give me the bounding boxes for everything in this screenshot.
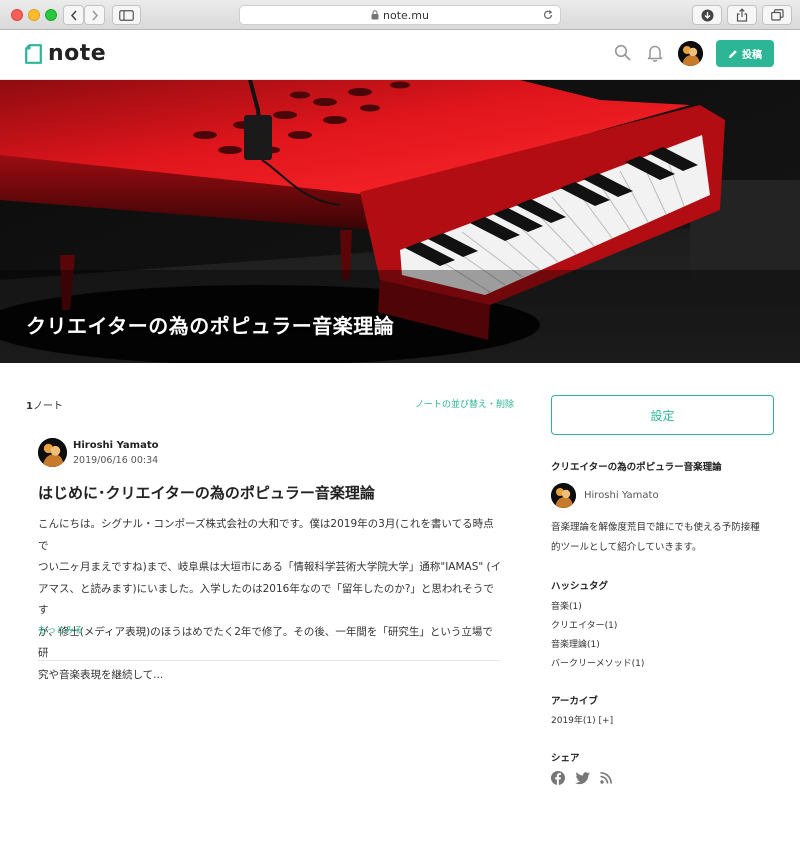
rss-icon[interactable]: [600, 772, 612, 784]
close-window-button[interactable]: [11, 9, 23, 21]
pencil-icon: [729, 49, 737, 58]
user-avatar[interactable]: [678, 41, 703, 66]
back-button[interactable]: [63, 5, 84, 25]
hashtag-link[interactable]: クリエイター(1): [551, 618, 617, 631]
site-header: note 投稿: [0, 30, 800, 80]
hashtag-heading: ハッシュタグ: [551, 581, 609, 592]
minimize-window-button[interactable]: [28, 9, 40, 21]
divider: [38, 660, 500, 661]
note-excerpt-line: アマス、と読みます)にいました。入学したのは2016年なので「留年したのか?」と…: [38, 582, 494, 617]
share-icons: [551, 771, 622, 785]
note-logo-icon: [25, 44, 42, 64]
magazine-hero: クリエイターの為のポピュラー音楽理論: [0, 80, 800, 363]
reload-icon[interactable]: [542, 9, 554, 21]
note-count-unit: ノート: [32, 401, 63, 412]
zoom-window-button[interactable]: [45, 9, 57, 21]
sidebar-toggle-button[interactable]: [112, 5, 141, 25]
share-button[interactable]: [727, 5, 757, 25]
post-button-label: 投稿: [742, 50, 762, 61]
magazine-title: クリエイターの為のポピュラー音楽理論: [26, 314, 395, 338]
note-author[interactable]: Hiroshi Yamato 2019/06/16 00:34: [38, 438, 338, 470]
archive-item[interactable]: 2019年(1) [+]: [551, 713, 613, 726]
note-date: 2019/06/16 00:34: [73, 455, 159, 466]
note-logo[interactable]: note: [25, 43, 106, 65]
address-url: note.mu: [383, 8, 429, 22]
settings-button[interactable]: 設定: [551, 395, 774, 435]
note-excerpt-line: が、修士(メディア表現)のほうはめでたく2年で修了。その後、一年間を「研究生」と…: [38, 625, 493, 660]
sidebar-author-avatar[interactable]: [551, 483, 576, 508]
address-bar[interactable]: note.mu: [239, 5, 561, 25]
sort-delete-link[interactable]: ノートの並び替え・削除: [415, 397, 514, 410]
sidebar-author-name[interactable]: Hiroshi Yamato: [584, 490, 659, 501]
note-title[interactable]: はじめに･クリエイターの為のポピュラー音楽理論: [38, 482, 375, 503]
facebook-icon[interactable]: [551, 771, 565, 785]
tabs-icon: [770, 9, 784, 21]
note-excerpt-line: 究や音楽表現を継続して...: [38, 668, 164, 681]
browser-toolbar: note.mu: [0, 0, 800, 30]
lock-icon: [371, 10, 379, 20]
chevron-right-icon: [91, 10, 98, 20]
author-avatar[interactable]: [38, 438, 67, 467]
chevron-left-icon: [70, 10, 77, 20]
note-excerpt-line: つい二ヶ月まえですね)まで、岐阜県は大垣市にある「情報科学芸術大学院大学」通称"…: [38, 561, 502, 573]
logo-text: note: [48, 41, 107, 66]
sidebar-magazine-title: クリエイターの為のポピュラー音楽理論: [551, 462, 722, 473]
author-name[interactable]: Hiroshi Yamato: [73, 440, 158, 451]
note-count: 1ノート: [26, 397, 63, 412]
tabs-overview-button[interactable]: [762, 5, 792, 25]
hashtag-link[interactable]: 音楽理論(1): [551, 637, 600, 650]
hashtag-link[interactable]: バークリーメソッド(1): [551, 656, 644, 669]
twitter-icon[interactable]: [575, 771, 590, 785]
note-excerpt-line: こんにちは。シグナル・コンポーズ株式会社の大和です。僕は2019年の3月(これを…: [38, 518, 494, 552]
sidebar-icon: [119, 9, 134, 21]
magazine-description: 音楽理論を解像度荒目で誰にでも使える予防接種 的ツールとして紹介していきます。: [551, 518, 776, 558]
forward-button[interactable]: [84, 5, 105, 25]
bell-icon[interactable]: [647, 44, 663, 62]
downloads-button[interactable]: [692, 5, 722, 25]
sidebar-author[interactable]: Hiroshi Yamato: [551, 483, 771, 509]
magazine-description-line: 的ツールとして紹介していきます。: [551, 542, 702, 553]
archive-heading: アーカイブ: [551, 696, 598, 707]
read-more-link[interactable]: もっとみる: [38, 623, 83, 636]
magazine-description-line: 音楽理論を解像度荒目で誰にでも使える予防接種: [551, 522, 760, 533]
download-icon: [701, 9, 713, 21]
share-icon: [736, 8, 748, 22]
search-icon[interactable]: [614, 44, 631, 61]
post-button[interactable]: 投稿: [716, 40, 774, 67]
share-heading: シェア: [551, 753, 580, 764]
hashtag-link[interactable]: 音楽(1): [551, 599, 582, 612]
note-count-number: 1: [26, 401, 33, 412]
